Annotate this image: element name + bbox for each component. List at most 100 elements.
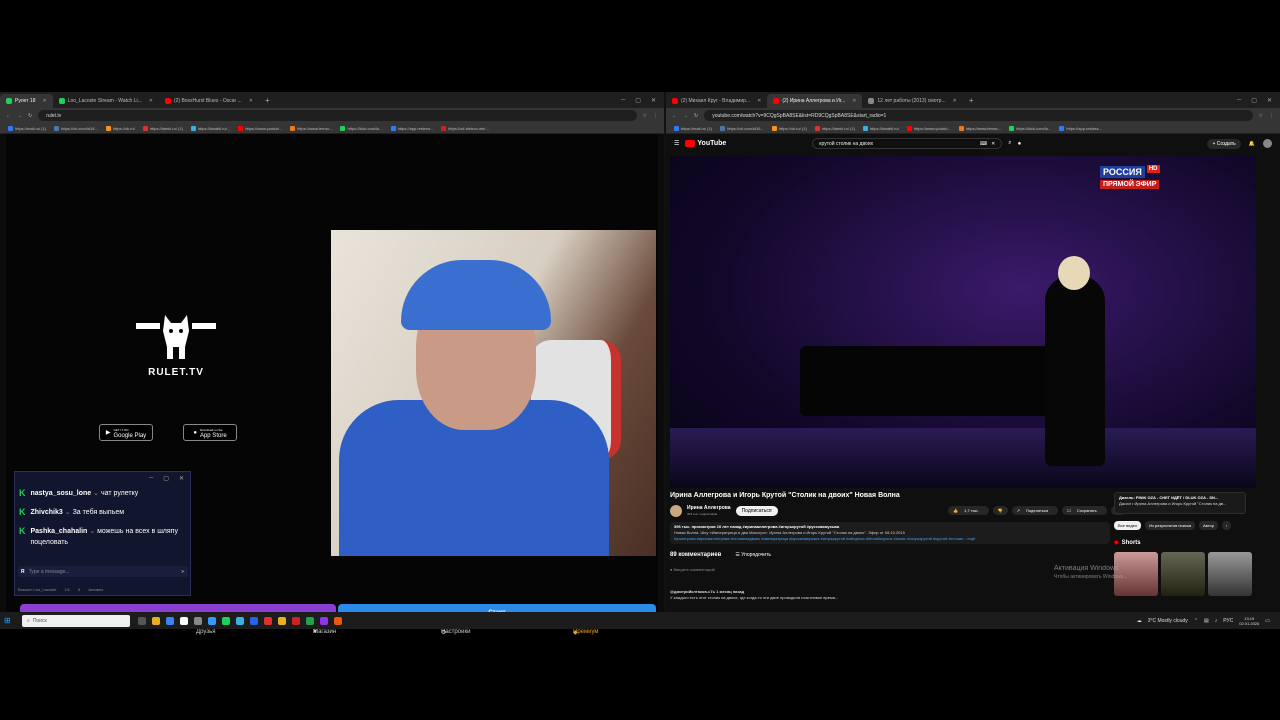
back-icon[interactable]: ←: [6, 113, 11, 119]
bookmark[interactable]: https://ok.ru/: [105, 125, 135, 131]
send-icon[interactable]: ➤: [181, 569, 185, 575]
bookmark[interactable]: https://zd.stetroo.me/...: [441, 125, 489, 131]
maximize-icon[interactable]: ▢: [1251, 97, 1257, 104]
minimize-icon[interactable]: ─: [621, 97, 625, 104]
google-play-button[interactable]: ▶ GET IT ON Google Play: [99, 424, 153, 441]
bookmark[interactable]: https://www.youtub...: [906, 125, 951, 131]
forward-icon[interactable]: →: [683, 113, 688, 119]
app-store-button[interactable]: ● Download on the App Store: [183, 424, 237, 441]
search-icon[interactable]: ⌕: [1008, 140, 1011, 147]
close-icon[interactable]: ✕: [179, 475, 184, 482]
task-view-icon[interactable]: [138, 616, 146, 625]
dislike-button[interactable]: 👎: [992, 506, 1008, 515]
bookmark[interactable]: https://www.terrao...: [290, 125, 332, 131]
bookmark[interactable]: https://lamki.ru/ (1): [814, 125, 855, 131]
bookmark[interactable]: https://app.restrea...: [390, 125, 433, 131]
app-icon[interactable]: [264, 616, 272, 625]
subscribe-button[interactable]: Подписаться: [735, 506, 778, 516]
save-button[interactable]: ☐ Сохранить: [1062, 506, 1107, 515]
mic-icon[interactable]: ●: [1018, 141, 1022, 147]
bookmark[interactable]: https://mail.ru/ (1): [8, 125, 46, 131]
right-tab-2[interactable]: 12 лет работы (2013) смотр... ✕: [862, 94, 962, 108]
notification-icon[interactable]: ▭: [1265, 618, 1270, 624]
hamburger-icon[interactable]: ☰: [674, 140, 679, 147]
forward-icon[interactable]: →: [17, 113, 22, 119]
language-indicator[interactable]: РУС: [1223, 618, 1233, 624]
share-button[interactable]: ↗ Поделиться: [1011, 506, 1059, 515]
minimize-icon[interactable]: ─: [149, 475, 153, 481]
network-icon[interactable]: ▤: [1204, 618, 1209, 624]
close-window-icon[interactable]: ✕: [1267, 97, 1272, 104]
video-description[interactable]: 396 тыс. просмотров 10 лет назад #ирина​…: [670, 522, 1110, 544]
bookmark[interactable]: https://kwabli.ru/...: [190, 125, 230, 131]
bookmark[interactable]: https://www.terrao...: [958, 125, 1001, 131]
create-button[interactable]: + Создать: [1207, 138, 1241, 149]
telegram-icon[interactable]: [236, 616, 244, 625]
app-icon[interactable]: [180, 616, 188, 625]
left-tab-2[interactable]: (2) BossHurst Blues - Oscar ... ✕: [159, 94, 259, 108]
bookmark[interactable]: https://app.restrea...: [1059, 125, 1102, 131]
bell-icon[interactable]: 🔔: [1249, 141, 1255, 147]
avatar[interactable]: [1263, 139, 1272, 148]
app-icon[interactable]: [166, 616, 174, 625]
bookmark[interactable]: https://mail.ru/ (1): [674, 125, 712, 131]
app-icon[interactable]: [250, 616, 258, 625]
bookmark[interactable]: https://vk.com/id16...: [54, 125, 98, 131]
sidebar-promo[interactable]: Дизель: FINIK OZA - СНЕГ ИДЁТ / DLUK OZA…: [1114, 492, 1246, 514]
bookmark[interactable]: https://kwabli.ru/: [862, 125, 899, 131]
close-window-icon[interactable]: ✕: [651, 97, 656, 104]
chip-all[interactable]: Все видео: [1114, 521, 1142, 530]
chevron-up-icon[interactable]: ⌃: [1194, 618, 1198, 624]
short-thumbnail[interactable]: [1161, 552, 1205, 596]
new-tab-button[interactable]: +: [963, 96, 980, 105]
chat-input[interactable]: R Type a message... ➤: [18, 566, 188, 577]
chat-username[interactable]: nastya_sosu_lone: [31, 490, 92, 497]
star-icon[interactable]: ☆: [1259, 113, 1263, 119]
bookmark[interactable]: https://ok.ru/ (1): [771, 125, 807, 131]
bookmark[interactable]: https://lamki.ru/ (1): [142, 125, 183, 131]
taskbar-search-input[interactable]: ⌕ Поиск: [22, 614, 130, 627]
weather-text[interactable]: 3°C Mostly cloudy: [1148, 618, 1188, 624]
right-tab-0[interactable]: (2) Михаил Круг - Владимир... ✕: [666, 94, 767, 108]
opera-icon[interactable]: [292, 616, 300, 625]
new-tab-button[interactable]: +: [259, 96, 276, 105]
chip-search[interactable]: Из результатов поиска: [1145, 521, 1196, 530]
maximize-icon[interactable]: ▢: [163, 475, 169, 482]
app-icon[interactable]: [194, 616, 202, 625]
windows-start-icon[interactable]: ⊞: [4, 616, 14, 625]
youtube-logo[interactable]: YouTube: [685, 140, 726, 147]
video-player[interactable]: РОССИЯ HD ПРЯМОЙ ЭФИР: [670, 156, 1256, 488]
bookmark[interactable]: https://kick.com/lo...: [340, 125, 383, 131]
left-tab-0[interactable]: Рулет 18 ✕: [0, 94, 53, 108]
maximize-icon[interactable]: ▢: [635, 97, 641, 104]
add-comment-input[interactable]: ● Введите комментарий: [670, 567, 715, 572]
app-icon[interactable]: [222, 616, 230, 625]
close-icon[interactable]: ✕: [43, 98, 47, 104]
keyboard-icon[interactable]: ⌨: [980, 141, 987, 147]
chat-username[interactable]: Zhivchik3: [31, 509, 63, 516]
bookmark[interactable]: https://kick.com/lo...: [1009, 125, 1051, 131]
close-icon[interactable]: ✕: [149, 98, 153, 104]
bookmark[interactable]: https://www.youtub...: [238, 125, 282, 131]
app-icon[interactable]: [334, 616, 342, 625]
minimize-icon[interactable]: ─: [1237, 97, 1241, 104]
explorer-icon[interactable]: [152, 616, 160, 625]
close-icon[interactable]: ✕: [249, 98, 253, 104]
star-icon[interactable]: ☆: [643, 113, 647, 119]
chevron-right-icon[interactable]: ›: [1221, 521, 1232, 530]
clock[interactable]: 13:19 02.01.2026: [1239, 616, 1259, 626]
short-thumbnail[interactable]: [1208, 552, 1252, 596]
reload-icon[interactable]: ↻: [28, 113, 32, 119]
app-icon[interactable]: [278, 616, 286, 625]
address-bar[interactable]: rulet.tv: [38, 110, 637, 121]
channel-avatar[interactable]: [670, 505, 682, 517]
menu-icon[interactable]: ⋮: [1269, 113, 1274, 119]
reload-icon[interactable]: ↻: [694, 113, 698, 119]
volume-icon[interactable]: ♪: [1215, 618, 1218, 624]
app-icon[interactable]: [320, 616, 328, 625]
chip-author[interactable]: Автор: [1199, 521, 1218, 530]
bookmark[interactable]: https://vk.com/id16...: [720, 125, 764, 131]
close-icon[interactable]: ✕: [757, 98, 761, 104]
right-tab-1[interactable]: (2) Ирина Аллегрова и Иг... ✕: [767, 94, 863, 108]
close-icon[interactable]: ✕: [953, 98, 957, 104]
